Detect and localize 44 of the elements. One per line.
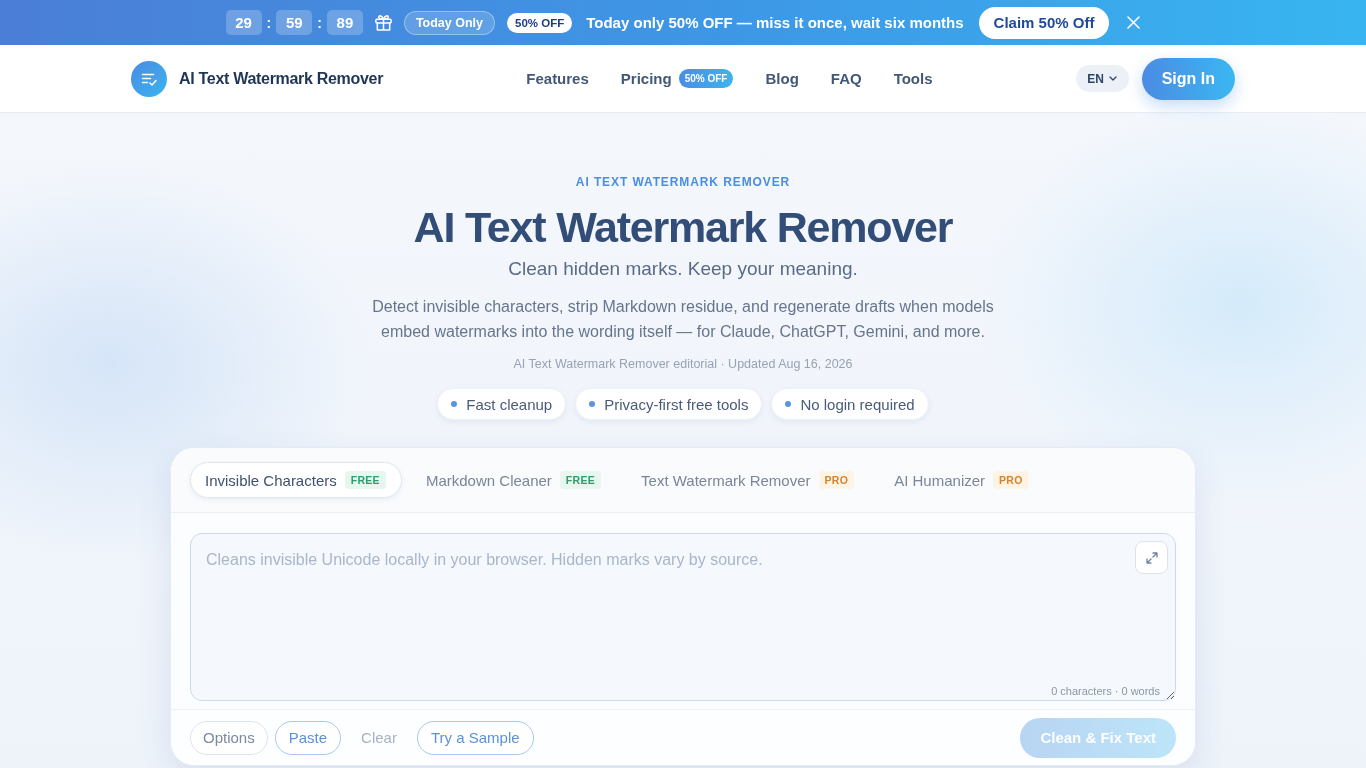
brand-name[interactable]: AI Text Watermark Remover xyxy=(179,69,384,88)
countdown-separator: : xyxy=(317,14,322,31)
description: Detect invisible characters, strip Markdown residue, and regenerate drafts when models embed watermarks into the wording itself — for Claude, ChatGPT, Gemini, and more. xyxy=(371,297,995,342)
chip-label: Privacy-first free tools xyxy=(604,395,749,413)
dot-icon xyxy=(451,401,458,407)
nav-link[interactable]: Pricing xyxy=(620,70,672,87)
page-title: AI Text Watermark Remover xyxy=(413,202,953,253)
character-counter: 0 characters · 0 words xyxy=(1051,685,1160,697)
countdown-digit: 89 xyxy=(326,10,363,35)
action-button[interactable]: Options xyxy=(190,720,268,755)
nav-link[interactable]: FAQ xyxy=(830,70,862,87)
countdown-digit: 59 xyxy=(276,10,313,35)
expand-icon xyxy=(1145,551,1158,564)
chevron-down-icon xyxy=(1109,76,1117,81)
byline: AI Text Watermark Remover editorial · Updated Aug 16, 2026 xyxy=(513,356,853,373)
nav-link[interactable]: Blog xyxy=(765,70,799,87)
chip-label: No login required xyxy=(800,395,915,413)
tier-badge: PRO xyxy=(993,471,1029,489)
discount-badge: 50% OFF xyxy=(678,69,734,88)
chip-label: Fast cleanup xyxy=(466,395,553,413)
tool-tab[interactable]: Invisible Characters FREE xyxy=(190,462,402,498)
today-only-tag: Today Only xyxy=(403,10,496,35)
tool-tab[interactable]: Text Watermark Remover PRO xyxy=(626,462,871,498)
dot-icon xyxy=(785,401,792,407)
claim-offer-button[interactable]: Claim 50% Off xyxy=(978,6,1110,39)
countdown-separator: : xyxy=(266,14,272,31)
dot-icon xyxy=(589,401,596,407)
tier-badge: FREE xyxy=(559,471,602,489)
tier-badge: PRO xyxy=(818,471,855,489)
tool-tab[interactable]: AI Humanizer PRO xyxy=(879,462,1045,498)
tier-badge: FREE xyxy=(344,471,386,489)
promo-message: Today only 50% OFF — miss it once, wait six months xyxy=(586,14,964,31)
expand-button[interactable] xyxy=(1135,541,1168,574)
subtitle: Clean hidden marks. Keep your meaning. xyxy=(508,257,858,281)
tool-tab[interactable]: Markdown Cleaner FREE xyxy=(410,462,618,498)
gift-icon xyxy=(373,13,393,32)
discount-badge: 50% OFF xyxy=(507,12,573,33)
countdown-digit: 29 xyxy=(225,10,262,35)
nav-link[interactable]: Tools xyxy=(893,70,933,87)
checklist-logo-icon[interactable] xyxy=(131,60,167,97)
eyebrow-label: AI TEXT WATERMARK REMOVER xyxy=(575,174,791,190)
language-selector[interactable]: EN xyxy=(1075,65,1129,92)
close-icon[interactable] xyxy=(1127,16,1141,29)
nav-link[interactable]: Features xyxy=(526,70,589,87)
